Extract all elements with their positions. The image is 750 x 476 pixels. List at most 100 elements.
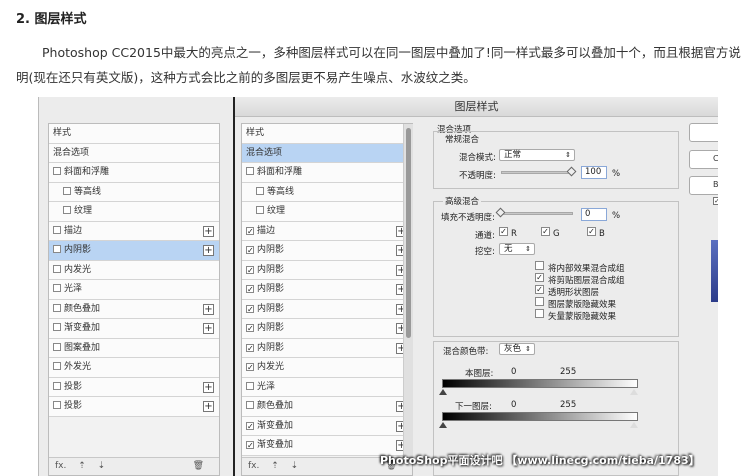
style-list-item[interactable]: ✓ 内阴影 + [242, 338, 412, 358]
style-checkbox[interactable] [246, 401, 254, 409]
style-list-item[interactable]: ✓ 内阴影 + [242, 260, 412, 280]
fill-opacity-slider[interactable] [499, 212, 573, 215]
style-checkbox[interactable]: ✓ [246, 246, 254, 255]
fx-icon[interactable]: fx. [248, 461, 259, 471]
style-checkbox[interactable]: ✓ [246, 285, 254, 294]
add-style-icon[interactable]: + [203, 245, 214, 256]
style-list-item[interactable]: ✓ 内阴影 + [242, 319, 412, 339]
style-checkbox[interactable] [53, 303, 61, 312]
trash-icon[interactable]: 🗑 [193, 458, 204, 475]
style-list-item[interactable]: 纹理 [242, 202, 412, 222]
opacity-slider[interactable] [501, 171, 573, 174]
style-list-item[interactable]: 颜色叠加 + [49, 299, 219, 319]
move-down-icon[interactable]: ⇣ [291, 461, 299, 471]
style-checkbox[interactable] [53, 342, 61, 351]
style-checkbox[interactable] [256, 206, 264, 214]
style-checkbox[interactable] [63, 206, 71, 214]
add-style-icon[interactable]: + [203, 401, 214, 412]
style-checkbox[interactable] [53, 323, 61, 331]
style-list-item[interactable]: 混合选项 [49, 143, 219, 163]
style-checkbox[interactable]: ✓ [246, 441, 254, 450]
style-checkbox[interactable] [53, 245, 61, 253]
scrollbar[interactable] [403, 124, 413, 457]
this-layer-black-handle[interactable] [439, 389, 447, 395]
advanced-option-checkbox[interactable] [535, 297, 544, 306]
channel-g-label: G [553, 229, 560, 239]
style-checkbox[interactable]: ✓ [246, 421, 254, 430]
advanced-option-checkbox[interactable] [535, 309, 544, 318]
style-checkbox[interactable]: ✓ [246, 363, 254, 372]
style-list-item[interactable]: 斜面和浮雕 [49, 163, 219, 183]
style-list-item[interactable]: 投影 + [49, 377, 219, 397]
style-checkbox[interactable]: ✓ [246, 324, 254, 333]
style-checkbox[interactable]: ✓ [246, 226, 254, 235]
style-list-item[interactable]: 渐变叠加 + [49, 319, 219, 339]
style-list-item[interactable]: 样式 [49, 124, 219, 144]
move-down-icon[interactable]: ⇣ [98, 461, 106, 471]
style-list-item[interactable]: 投影 + [49, 397, 219, 417]
style-list-item[interactable]: ✓ 内阴影 + [242, 241, 412, 261]
style-list-item[interactable]: 混合选项 [242, 143, 412, 163]
style-item-label: 样式 [246, 128, 265, 138]
style-checkbox[interactable] [63, 186, 71, 195]
style-list-item[interactable]: 等高线 [242, 182, 412, 202]
styles-list-old: 样式 混合选项 斜面和浮雕 等高线 纹理 描边 + 内阴影 + 内发光 光泽 颜色叠加 + 渐变叠加 + 图案… [48, 123, 220, 476]
advanced-option-checkbox[interactable]: ✓ [535, 285, 544, 294]
style-list-item[interactable]: ✓ 描边 + [242, 221, 412, 241]
style-checkbox[interactable]: ✓ [246, 304, 254, 313]
channel-r-checkbox[interactable]: ✓ [499, 227, 508, 236]
style-list-item[interactable]: 内发光 [49, 260, 219, 280]
style-list-item[interactable]: 内阴影 + [49, 241, 219, 261]
style-list-item[interactable]: ✓ 渐变叠加 + [242, 416, 412, 436]
style-item-label: 纹理 [267, 206, 286, 216]
style-list-item[interactable]: 颜色叠加 + [242, 397, 412, 417]
add-style-icon[interactable]: + [203, 303, 214, 315]
channel-b-checkbox[interactable]: ✓ [587, 227, 596, 236]
style-checkbox[interactable] [53, 362, 61, 370]
style-checkbox[interactable]: ✓ [246, 343, 254, 352]
underlying-layer-white-handle[interactable] [630, 422, 638, 428]
style-list-item[interactable]: 等高线 [49, 182, 219, 202]
ok-button[interactable] [689, 123, 718, 142]
channel-g-checkbox[interactable]: ✓ [541, 227, 550, 236]
style-list-item[interactable]: 图案叠加 [49, 338, 219, 358]
style-list-item[interactable]: 纹理 [49, 202, 219, 222]
opacity-input[interactable]: 100 [581, 166, 607, 179]
advanced-option-checkbox[interactable] [535, 261, 544, 270]
style-list-item[interactable]: 外发光 [49, 358, 219, 378]
style-checkbox[interactable] [256, 186, 264, 195]
blend-mode-select[interactable]: 正常 ⇕ [499, 149, 575, 161]
style-list-item[interactable]: 光泽 [242, 377, 412, 397]
style-list-item[interactable]: 描边 + [49, 221, 219, 241]
style-list-item[interactable]: 光泽 [49, 280, 219, 300]
style-checkbox[interactable] [53, 264, 61, 273]
fx-icon[interactable]: fx. [55, 461, 66, 471]
advanced-option-checkbox[interactable]: ✓ [535, 273, 544, 282]
underlying-layer-black-handle[interactable] [439, 422, 447, 428]
style-checkbox[interactable] [53, 225, 61, 234]
fill-opacity-input[interactable]: 0 [581, 208, 607, 221]
add-style-icon[interactable]: + [203, 323, 214, 334]
blend-if-select[interactable]: 灰色 ⇕ [499, 343, 535, 355]
style-list-item[interactable]: ✓ 内发光 [242, 358, 412, 378]
add-style-icon[interactable]: + [203, 225, 214, 237]
general-blending-title: 常规混合 [443, 133, 482, 145]
style-checkbox[interactable] [246, 167, 254, 175]
move-up-icon[interactable]: ⇡ [78, 461, 86, 471]
this-layer-white-handle[interactable] [630, 389, 638, 395]
preview-checkbox[interactable]: ✓ [713, 197, 718, 205]
style-checkbox[interactable] [246, 381, 254, 390]
style-checkbox[interactable] [53, 167, 61, 175]
scrollbar-thumb[interactable] [406, 128, 411, 338]
style-checkbox[interactable]: ✓ [246, 265, 254, 274]
knockout-select[interactable]: 无 ⇕ [499, 243, 535, 255]
style-list-item[interactable]: ✓ 内阴影 + [242, 280, 412, 300]
move-up-icon[interactable]: ⇡ [271, 461, 279, 471]
style-list-item[interactable]: 样式 [242, 124, 412, 144]
add-style-icon[interactable]: + [203, 381, 214, 393]
style-checkbox[interactable] [53, 381, 61, 390]
style-checkbox[interactable] [53, 401, 61, 409]
style-list-item[interactable]: ✓ 内阴影 + [242, 299, 412, 319]
style-checkbox[interactable] [53, 284, 61, 292]
style-list-item[interactable]: 斜面和浮雕 [242, 163, 412, 183]
